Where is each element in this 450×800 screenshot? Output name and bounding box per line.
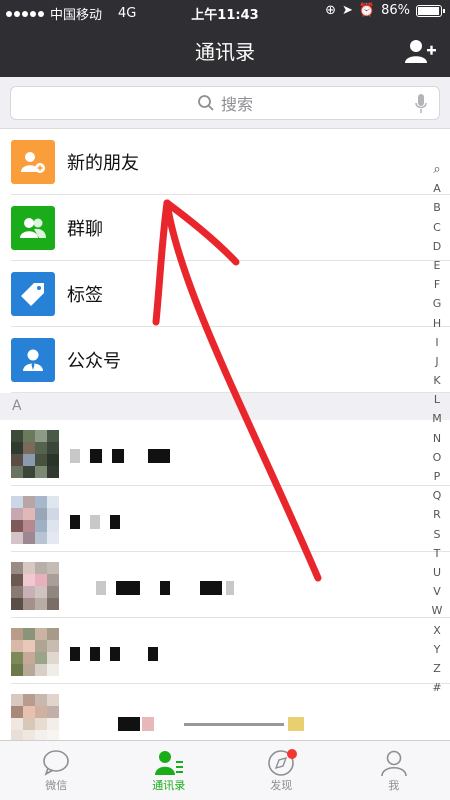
index-letter[interactable]: Y bbox=[434, 640, 441, 659]
index-letter[interactable]: S bbox=[434, 525, 441, 544]
section-header-a: A bbox=[0, 393, 450, 420]
page-title: 通讯录 bbox=[195, 40, 255, 64]
index-letter[interactable]: N bbox=[433, 429, 441, 448]
index-letter[interactable]: O bbox=[433, 448, 442, 467]
index-letter[interactable]: G bbox=[433, 294, 442, 313]
index-letter[interactable]: F bbox=[434, 275, 440, 294]
official-account-icon bbox=[11, 338, 55, 382]
index-letter[interactable]: M bbox=[432, 409, 442, 428]
contact-row[interactable] bbox=[0, 486, 450, 552]
index-letter[interactable]: K bbox=[433, 371, 440, 390]
group-chat-row[interactable]: 群聊 bbox=[0, 195, 450, 261]
microphone-icon[interactable] bbox=[415, 94, 427, 114]
location-icon: ➤ bbox=[342, 3, 353, 18]
tab-chats-label: 微信 bbox=[45, 779, 68, 792]
contact-list bbox=[0, 420, 450, 750]
tab-contacts-label: 通讯录 bbox=[152, 779, 186, 792]
tab-contacts[interactable]: 通讯录 bbox=[113, 741, 226, 800]
contact-name-redacted bbox=[70, 514, 120, 530]
index-letter[interactable]: Z bbox=[433, 659, 441, 678]
contact-name-redacted bbox=[70, 646, 158, 662]
new-friends-icon bbox=[11, 140, 55, 184]
add-friend-icon[interactable] bbox=[404, 38, 436, 64]
official-accounts-row[interactable]: 公众号 bbox=[0, 327, 450, 393]
index-letter[interactable]: B bbox=[433, 198, 441, 217]
contact-row[interactable] bbox=[0, 618, 450, 684]
profile-icon bbox=[380, 750, 407, 777]
status-right: ⊕ ➤ ⏰ 86% bbox=[325, 3, 445, 18]
index-letter[interactable]: # bbox=[432, 678, 441, 697]
contact-name-redacted bbox=[118, 716, 304, 732]
function-list: 新的朋友 群聊 标签 公众号 bbox=[0, 129, 450, 393]
avatar bbox=[11, 562, 59, 610]
index-letter[interactable]: J bbox=[435, 352, 438, 371]
tab-chats[interactable]: 微信 bbox=[0, 741, 113, 800]
avatar bbox=[11, 628, 59, 676]
index-letter[interactable]: I bbox=[435, 333, 438, 352]
tab-bar: 微信 通讯录 发现 我 bbox=[0, 740, 450, 800]
battery-icon bbox=[416, 4, 445, 17]
alarm-icon: ⏰ bbox=[358, 3, 376, 18]
avatar bbox=[11, 430, 59, 478]
search-bar: 搜索 bbox=[0, 77, 450, 129]
index-letter[interactable]: P bbox=[434, 467, 441, 486]
official-accounts-label: 公众号 bbox=[67, 351, 121, 372]
contact-row[interactable] bbox=[0, 420, 450, 486]
title-bar: 通讯录 bbox=[0, 24, 450, 77]
search-input[interactable]: 搜索 bbox=[10, 86, 440, 120]
contact-name-redacted bbox=[70, 448, 170, 464]
discover-badge bbox=[287, 749, 297, 759]
tab-discover-label: 发现 bbox=[270, 779, 293, 792]
tag-icon bbox=[11, 272, 55, 316]
index-letter[interactable]: D bbox=[433, 237, 441, 256]
index-letter[interactable]: T bbox=[434, 544, 441, 563]
search-placeholder: 搜索 bbox=[220, 95, 253, 114]
alphabet-index[interactable]: ⌕ A B C D E F G H I J K L M N O P Q R S T U V W X Y Z # bbox=[430, 160, 444, 697]
new-friends-label: 新的朋友 bbox=[67, 153, 139, 174]
contact-name-redacted bbox=[96, 580, 234, 596]
contact-row[interactable] bbox=[0, 552, 450, 618]
battery-percent: 86% bbox=[381, 3, 410, 18]
tags-label: 标签 bbox=[67, 285, 103, 306]
search-icon bbox=[198, 95, 214, 111]
new-friends-row[interactable]: 新的朋友 bbox=[0, 129, 450, 195]
tab-me-label: 我 bbox=[388, 779, 400, 792]
status-bar: 中国移动 4G 上午11:43 ⊕ ➤ ⏰ 86% bbox=[0, 0, 450, 24]
index-letter[interactable]: C bbox=[433, 218, 441, 237]
rotation-lock-icon: ⊕ bbox=[325, 3, 336, 18]
chat-bubble-icon bbox=[43, 750, 70, 776]
index-search-icon[interactable]: ⌕ bbox=[433, 160, 440, 179]
index-letter[interactable]: V bbox=[433, 582, 441, 601]
index-letter[interactable]: L bbox=[434, 390, 440, 409]
tags-row[interactable]: 标签 bbox=[0, 261, 450, 327]
contacts-icon bbox=[154, 751, 183, 775]
index-letter[interactable]: E bbox=[434, 256, 441, 275]
group-chat-label: 群聊 bbox=[67, 219, 103, 240]
index-letter[interactable]: H bbox=[433, 314, 441, 333]
tab-discover[interactable]: 发现 bbox=[225, 741, 338, 800]
index-letter[interactable]: Q bbox=[433, 486, 442, 505]
avatar bbox=[11, 694, 59, 742]
index-letter[interactable]: X bbox=[433, 621, 441, 640]
index-letter[interactable]: R bbox=[433, 505, 441, 524]
tab-me[interactable]: 我 bbox=[338, 741, 450, 800]
index-letter[interactable]: A bbox=[433, 179, 441, 198]
index-letter[interactable]: U bbox=[433, 563, 441, 582]
index-letter[interactable]: W bbox=[432, 601, 443, 620]
group-chat-icon bbox=[11, 206, 55, 250]
avatar bbox=[11, 496, 59, 544]
